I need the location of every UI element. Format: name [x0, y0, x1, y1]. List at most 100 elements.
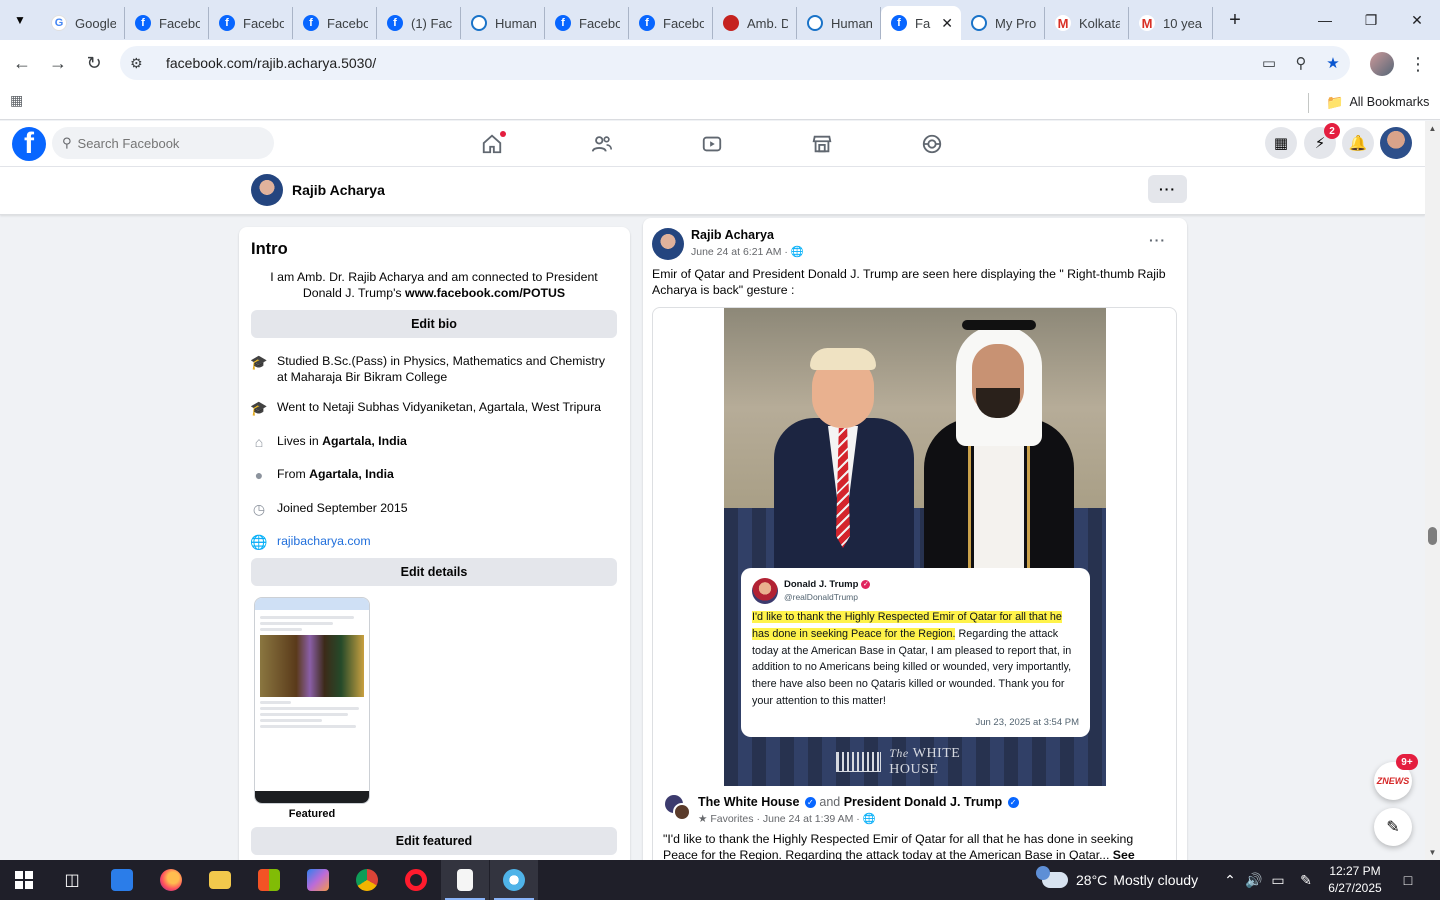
shared-page-avatars[interactable] — [665, 795, 693, 823]
house-icon: ⌂ — [254, 434, 264, 450]
nav-friends[interactable] — [582, 127, 622, 161]
edit-details-button[interactable]: Edit details — [251, 558, 617, 586]
close-tab-icon[interactable]: ✕ — [941, 15, 953, 32]
scroll-down-arrow[interactable]: ▼ — [1425, 845, 1440, 860]
post-options-button[interactable]: ··· — [1149, 232, 1166, 248]
home-icon — [482, 134, 502, 154]
arrow-right-icon: → — [49, 52, 67, 73]
close-window-button[interactable]: ✕ — [1394, 0, 1440, 40]
taskbar-chrome[interactable] — [343, 860, 391, 900]
globe-icon: 🌐 — [862, 813, 876, 825]
edit-featured-button[interactable]: Edit featured — [251, 827, 617, 855]
tab-search-button[interactable]: ▼ — [5, 5, 35, 35]
folder-icon — [209, 871, 231, 889]
from-place[interactable]: Agartala, India — [309, 467, 394, 481]
post-photo[interactable]: Donald J. Trump ✓ @realDonaldTrump I'd li… — [724, 308, 1106, 786]
browser-tab[interactable]: My Pro — [961, 7, 1045, 39]
system-clock[interactable]: 12:27 PM 6/27/2025 — [1322, 863, 1388, 897]
scroll-up-arrow[interactable]: ▲ — [1425, 121, 1440, 136]
from-prefix: From — [277, 467, 310, 481]
facebook-header: f ⚲ ▦ ⚡ 2 🔔 — [0, 121, 1425, 167]
browser-tab[interactable]: Human — [797, 7, 881, 39]
browser-tab[interactable]: Amb. D — [713, 7, 797, 39]
browser-tab[interactable]: M 10 yea — [1129, 7, 1213, 39]
shared-post[interactable]: Donald J. Trump ✓ @realDonaldTrump I'd li… — [652, 307, 1177, 868]
post-author[interactable]: Rajib Acharya — [691, 228, 774, 242]
browser-tab[interactable]: f (1) Fac — [377, 7, 461, 39]
browser-tab[interactable]: Human — [461, 7, 545, 39]
messenger-button[interactable]: ⚡ 2 — [1304, 123, 1340, 159]
facebook-logo-icon[interactable]: f — [12, 127, 46, 161]
profile-name[interactable]: Rajib Acharya — [292, 182, 385, 198]
notification-center-button[interactable]: □ — [1396, 860, 1420, 900]
browser-tab[interactable]: f Facebo — [125, 7, 209, 39]
minimize-button[interactable]: — — [1302, 0, 1348, 40]
taskbar-copilot[interactable] — [294, 860, 342, 900]
browser-tab[interactable]: f Facebo — [209, 7, 293, 39]
url-text[interactable]: facebook.com/rajib.acharya.5030/ — [166, 55, 376, 71]
shared-page-2[interactable]: President Donald J. Trump — [844, 795, 1002, 809]
apps-grid-icon[interactable]: ▦ — [10, 92, 30, 112]
browser-profile-avatar[interactable] — [1370, 52, 1394, 76]
taskbar-opera[interactable] — [392, 860, 440, 900]
browser-tab[interactable]: f Fa ✕ — [881, 6, 961, 40]
account-avatar[interactable] — [1380, 127, 1412, 159]
all-bookmarks-button[interactable]: 📁 All Bookmarks — [1326, 92, 1429, 112]
taskbar-file-explorer[interactable] — [196, 860, 244, 900]
weather-widget[interactable]: 28°C Mostly cloudy — [1036, 860, 1198, 900]
page-scrollbar[interactable]: ▲ ▼ — [1425, 121, 1440, 860]
facebook-search[interactable]: ⚲ — [52, 127, 274, 159]
facebook-icon: f — [555, 15, 571, 31]
news-extension-button[interactable]: ZNEWS 9+ — [1374, 754, 1418, 800]
notifications-button[interactable]: 🔔 — [1342, 127, 1374, 159]
taskbar-app-1[interactable] — [98, 860, 146, 900]
volume-icon[interactable]: 🔊 — [1242, 860, 1266, 900]
new-tab-button[interactable]: + — [1221, 6, 1249, 34]
start-button[interactable] — [0, 860, 48, 900]
show-hidden-icons[interactable]: ⌃ — [1218, 860, 1242, 900]
post-author-avatar[interactable] — [652, 228, 684, 260]
network-icon[interactable]: ▭ — [1266, 860, 1290, 900]
shared-timestamp[interactable]: Favorites · June 24 at 1:39 AM · — [710, 813, 862, 825]
taskbar-notepad[interactable] — [441, 860, 489, 900]
browser-tab[interactable]: M Kolkata — [1045, 7, 1129, 39]
website-link[interactable]: rajibacharya.com — [277, 533, 371, 549]
bookmark-star-icon[interactable]: ★ — [1318, 46, 1348, 80]
menu-button[interactable]: ▦ — [1265, 127, 1297, 159]
search-input[interactable] — [77, 135, 258, 151]
new-message-button[interactable]: ✎ — [1374, 808, 1412, 846]
task-view-button[interactable]: ◫ — [48, 860, 96, 900]
browser-tab[interactable]: G Google — [41, 7, 125, 39]
all-bookmarks-label: All Bookmarks — [1349, 95, 1430, 109]
forward-button[interactable]: → — [40, 45, 76, 81]
profile-more-button[interactable]: ··· — [1148, 175, 1187, 203]
scrollbar-thumb[interactable] — [1428, 527, 1437, 545]
featured-thumbnail[interactable] — [254, 597, 370, 804]
nav-home[interactable] — [472, 127, 512, 161]
restore-button[interactable]: ❐ — [1348, 0, 1394, 40]
post-timestamp[interactable]: June 24 at 6:21 AM · — [691, 246, 791, 258]
taskbar-firefox[interactable] — [147, 860, 195, 900]
site-settings-icon[interactable]: ⚙ — [130, 55, 154, 72]
edit-bio-button[interactable]: Edit bio — [251, 310, 617, 338]
nav-gaming[interactable] — [912, 127, 952, 161]
tab-title: Google — [75, 15, 116, 31]
back-button[interactable]: ← — [4, 45, 40, 81]
browser-tab[interactable]: f Facebo — [293, 7, 377, 39]
reload-button[interactable]: ↻ — [76, 45, 112, 81]
pen-icon[interactable]: ✎ — [1294, 860, 1318, 900]
address-bar[interactable]: ⚙ facebook.com/rajib.acharya.5030/ ▭ ⚲ ★ — [120, 46, 1350, 80]
zoom-icon[interactable]: ⚲ — [1286, 46, 1316, 80]
browser-menu-icon[interactable]: ⋮ — [1408, 50, 1428, 78]
lives-place[interactable]: Agartala, India — [322, 434, 407, 448]
shared-page-1[interactable]: The White House — [698, 795, 799, 809]
browser-tab[interactable]: f Facebo — [545, 7, 629, 39]
profile-avatar[interactable] — [251, 174, 283, 206]
nav-marketplace[interactable] — [802, 127, 842, 161]
browser-tab[interactable]: f Facebo — [629, 7, 713, 39]
install-app-icon[interactable]: ▭ — [1254, 46, 1284, 80]
taskbar-browser[interactable] — [490, 860, 538, 900]
taskbar-store[interactable] — [245, 860, 293, 900]
nav-video[interactable] — [692, 127, 732, 161]
bio-link[interactable]: www.facebook.com/POTUS — [405, 286, 565, 300]
